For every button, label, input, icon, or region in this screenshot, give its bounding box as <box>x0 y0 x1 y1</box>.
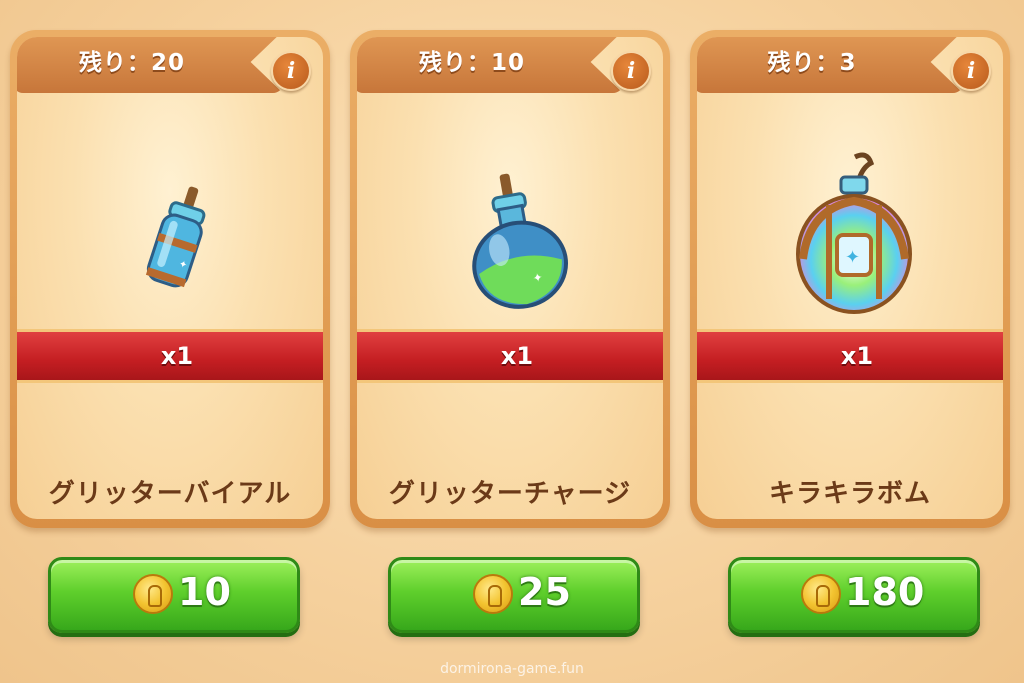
price-label: 180 <box>845 570 925 614</box>
price-label: 25 <box>518 570 571 614</box>
item-name: キラキラボム <box>768 479 931 509</box>
info-icon[interactable]: i <box>951 51 991 91</box>
price-label: 10 <box>178 570 231 614</box>
card-panel: 残り：20 i ✦ x1 グリッターバイアル <box>17 37 323 519</box>
svg-text:✦: ✦ <box>845 247 860 268</box>
shop-card-glitter-charge[interactable]: 残り：10 i ✦ x1 グリッターチャージ <box>350 30 670 528</box>
quantity-ribbon: x1 <box>697 329 1003 383</box>
buy-button-kirakira-bomb[interactable]: 180 <box>728 557 980 633</box>
coin-icon <box>473 574 513 614</box>
kirakira-bomb-icon: ✦ <box>796 152 912 314</box>
info-icon[interactable]: i <box>271 51 311 91</box>
quantity-ribbon: x1 <box>17 329 323 383</box>
coin-icon <box>801 574 841 614</box>
coin-icon <box>133 574 173 614</box>
remaining-label: 残り：3 <box>767 50 857 76</box>
glitter-charge-potion-icon: ✦ <box>472 173 569 309</box>
shop-card-glitter-vial[interactable]: 残り：20 i ✦ x1 グリッターバイアル <box>10 30 330 528</box>
buy-button-glitter-vial[interactable]: 10 <box>48 557 300 633</box>
item-name: グリッターバイアル <box>48 479 292 509</box>
card-panel: 残り：10 i ✦ x1 グリッターチャージ <box>357 37 663 519</box>
remaining-label: 残り：20 <box>78 50 185 76</box>
remaining-label: 残り：10 <box>418 50 525 76</box>
item-name: グリッターチャージ <box>388 479 632 509</box>
watermark: dormirona-game.fun <box>440 661 584 677</box>
glitter-vial-icon: ✦ <box>145 186 206 288</box>
buy-button-glitter-charge[interactable]: 25 <box>388 557 640 633</box>
card-panel: 残り：3 i ✦ x1 キラキラボム <box>697 37 1003 519</box>
quantity-ribbon: x1 <box>357 329 663 383</box>
shop-card-kirakira-bomb[interactable]: 残り：3 i ✦ x1 キラキラボム <box>690 30 1010 528</box>
info-icon[interactable]: i <box>611 51 651 91</box>
